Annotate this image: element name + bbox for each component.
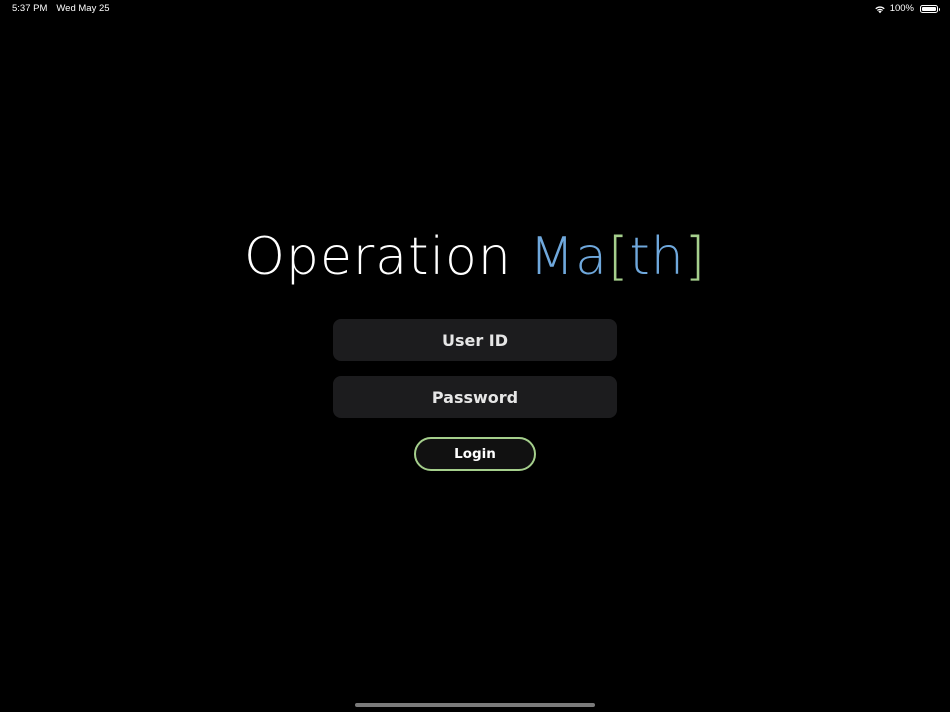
status-bar: 5:37 PM Wed May 25 100%	[0, 0, 950, 18]
status-date: Wed May 25	[56, 3, 110, 14]
title-ma: Ma	[529, 227, 609, 287]
title-th: th	[629, 227, 685, 287]
battery-nub	[938, 7, 940, 11]
user-id-field[interactable]	[333, 319, 617, 361]
title-bracket-open: [	[608, 227, 630, 287]
password-field[interactable]	[333, 376, 617, 418]
status-left: 5:37 PM Wed May 25	[12, 3, 110, 14]
app-title: Operation Ma[th]	[0, 224, 950, 290]
home-indicator[interactable]	[355, 703, 595, 707]
wifi-icon	[874, 5, 885, 13]
title-operation: Operation	[244, 227, 530, 287]
battery-fill	[922, 6, 936, 11]
login-screen: 5:37 PM Wed May 25 100% Operation Ma[th]…	[0, 0, 950, 712]
login-button-label: Login	[454, 446, 496, 462]
status-time: 5:37 PM	[12, 3, 48, 14]
title-bracket-close: ]	[684, 227, 706, 287]
battery-icon	[920, 4, 940, 13]
battery-percent: 100%	[889, 3, 914, 14]
status-right: 100%	[874, 3, 940, 14]
login-button[interactable]: Login	[414, 437, 536, 471]
